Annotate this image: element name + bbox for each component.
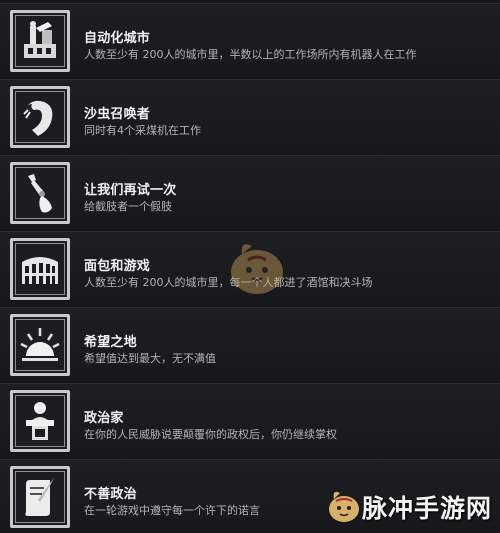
achievement-description: 同时有4个采煤机在工作 xyxy=(84,124,201,137)
colosseum-icon xyxy=(22,257,58,284)
achievement-row[interactable]: 沙虫召唤者 同时有4个采煤机在工作 xyxy=(0,79,500,153)
sandworm-icon xyxy=(23,100,53,136)
achievement-row[interactable]: 让我们再试一次 给截肢者一个假肢 xyxy=(0,155,500,229)
achievement-description: 人数至少有 200人的城市里，半数以上的工作场所内有机器人在工作 xyxy=(84,48,417,61)
site-watermark: 脉冲手游网 xyxy=(324,483,494,527)
achievement-title: 不善政治 xyxy=(84,487,137,502)
icon-frame xyxy=(10,86,70,148)
achievement-row[interactable]: 希望之地 希望值达到最大，无不满值 xyxy=(0,307,500,381)
watermark-mascot-icon xyxy=(329,491,359,522)
podium-speaker-icon xyxy=(26,402,54,440)
achievement-description: 给截肢者一个假肢 xyxy=(84,200,172,213)
achievement-description: 希望值达到最大，无不满值 xyxy=(84,352,216,365)
icon-frame xyxy=(10,314,70,376)
watermark-text: 脉冲手游网 xyxy=(362,494,493,523)
mascot-watermark-icon xyxy=(231,244,283,294)
achievement-title: 面包和游戏 xyxy=(84,259,151,274)
scroll-quill-icon xyxy=(25,478,54,516)
achievement-title: 沙虫召唤者 xyxy=(84,107,151,122)
icon-frame xyxy=(10,466,70,528)
achievement-title: 政治家 xyxy=(84,411,124,426)
achievement-list: 自动化城市 人数至少有 200人的城市里，半数以上的工作场所内有机器人在工作 沙… xyxy=(0,0,500,533)
icon-frame xyxy=(10,390,70,452)
achievement-description: 在你的人民威胁说要颠覆你的政权后，你仍继续掌权 xyxy=(84,428,337,441)
achievement-description: 在一轮游戏中遵守每一个许下的诺言 xyxy=(84,504,260,517)
achievement-row[interactable]: 政治家 在你的人民威胁说要颠覆你的政权后，你仍继续掌权 xyxy=(0,383,500,457)
robot-factory-icon xyxy=(24,21,56,58)
achievement-row[interactable]: 自动化城市 人数至少有 200人的城市里，半数以上的工作场所内有机器人在工作 xyxy=(0,3,500,77)
achievement-title: 自动化城市 xyxy=(84,31,151,46)
icon-frame xyxy=(10,10,70,72)
sunrise-icon xyxy=(20,328,60,361)
achievement-title: 让我们再试一次 xyxy=(84,183,177,198)
achievement-title: 希望之地 xyxy=(84,335,137,350)
icon-frame xyxy=(10,238,70,300)
prosthetic-arm-icon xyxy=(28,174,52,213)
icon-frame xyxy=(10,162,70,224)
